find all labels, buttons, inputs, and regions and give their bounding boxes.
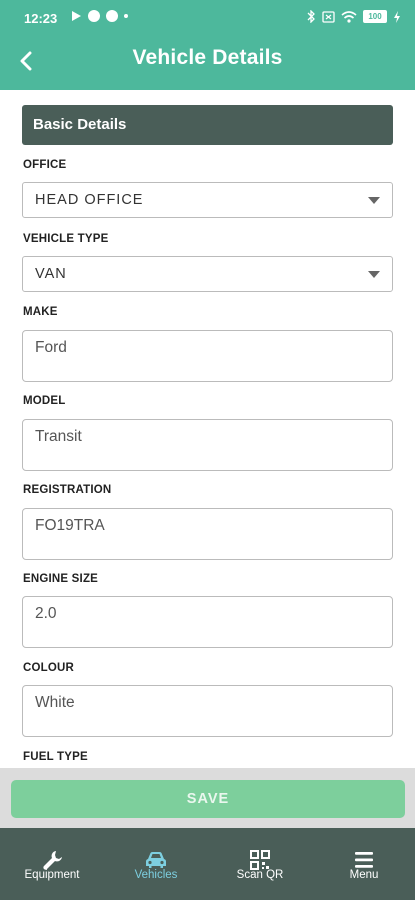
make-label: MAKE	[23, 306, 58, 318]
nav-label-equipment: Equipment	[24, 869, 80, 881]
registration-input[interactable]: FO19TRA	[22, 508, 393, 560]
make-input[interactable]: Ford	[22, 330, 393, 382]
save-button[interactable]: SAVE	[11, 780, 405, 818]
model-label: MODEL	[23, 395, 66, 407]
more-dot-icon	[124, 14, 128, 18]
fuel-type-label: FUEL TYPE	[23, 751, 88, 763]
section-header-basic-details: Basic Details	[22, 105, 393, 145]
bottom-navigation: Equipment Vehicles Scan QR Menu	[0, 828, 415, 900]
nav-item-menu[interactable]: Menu	[319, 828, 409, 900]
status-notification-icons	[70, 10, 128, 22]
sim-icon	[322, 10, 335, 23]
vehicle-type-select[interactable]: VAN	[22, 256, 393, 292]
vehicle-type-select-value: VAN	[35, 266, 67, 282]
engine-size-label: ENGINE SIZE	[23, 573, 99, 585]
notification-circle-icon	[106, 10, 118, 22]
form-content[interactable]: Basic Details OFFICE HEAD OFFICE VEHICLE…	[0, 90, 415, 768]
page-title: Vehicle Details	[132, 46, 283, 69]
office-label: OFFICE	[23, 159, 67, 171]
dropdown-arrow-icon	[368, 271, 380, 278]
status-system-icons: 100	[307, 10, 401, 23]
nav-item-vehicles[interactable]: Vehicles	[111, 828, 201, 900]
nav-label-menu: Menu	[349, 869, 379, 881]
play-store-icon	[72, 11, 81, 21]
check-circle-icon	[88, 10, 100, 22]
charging-icon	[394, 10, 400, 23]
dropdown-arrow-icon	[368, 197, 380, 204]
save-bar: SAVE	[0, 768, 415, 828]
bluetooth-icon	[307, 10, 315, 23]
nav-item-equipment[interactable]: Equipment	[7, 828, 97, 900]
nav-label-vehicles: Vehicles	[134, 869, 178, 881]
registration-label: REGISTRATION	[23, 484, 112, 496]
status-bar: 12:23 100	[0, 0, 415, 34]
office-select[interactable]: HEAD OFFICE	[22, 182, 393, 218]
office-select-value: HEAD OFFICE	[35, 192, 144, 208]
model-input[interactable]: Transit	[22, 419, 393, 471]
colour-input[interactable]: White	[22, 685, 393, 737]
nav-item-scan-qr[interactable]: Scan QR	[215, 828, 305, 900]
wifi-icon	[341, 10, 357, 23]
colour-label: COLOUR	[23, 662, 75, 674]
vehicle-type-label: VEHICLE TYPE	[23, 233, 109, 245]
status-time: 12:23	[24, 11, 58, 26]
engine-size-input[interactable]: 2.0	[22, 596, 393, 648]
battery-icon: 100	[363, 10, 387, 23]
app-header: 12:23 100 Vehicle Details	[0, 0, 415, 90]
nav-label-scan-qr: Scan QR	[236, 869, 284, 881]
